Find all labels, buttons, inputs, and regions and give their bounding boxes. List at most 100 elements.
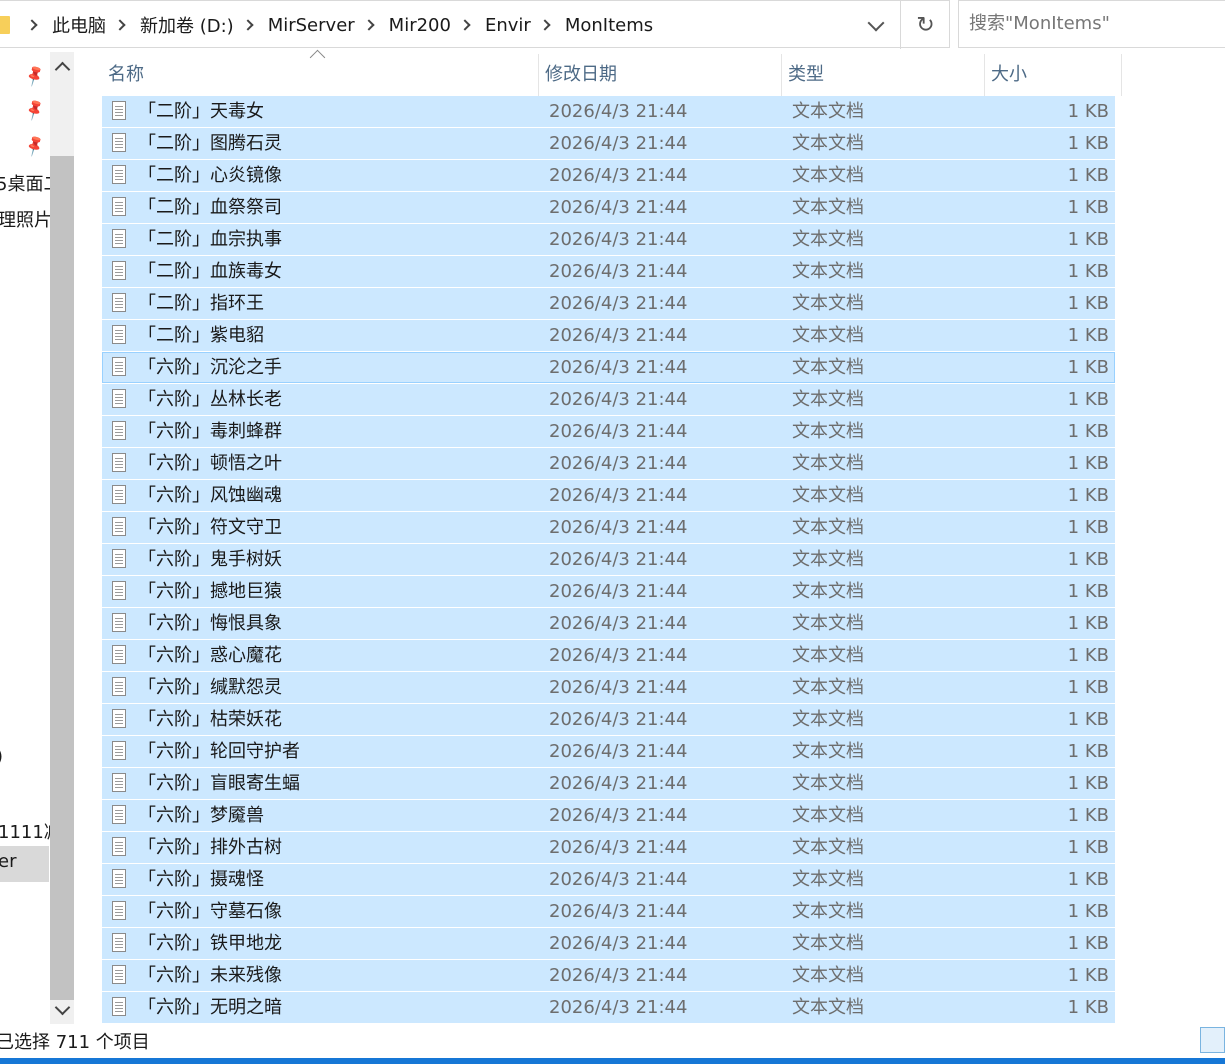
file-row[interactable]: 「二阶」血祭祭司 2026/4/3 21:44 文本文档 1 KB: [102, 192, 1115, 223]
file-type: 文本文档: [792, 613, 864, 634]
chevron-right-icon[interactable]: [26, 19, 38, 31]
scroll-up-button[interactable]: [50, 52, 74, 80]
file-row[interactable]: 「六阶」悔恨具象 2026/4/3 21:44 文本文档 1 KB: [102, 608, 1115, 639]
file-size: 1 KB: [1067, 709, 1109, 730]
file-size: 1 KB: [1067, 965, 1109, 986]
file-type: 文本文档: [792, 197, 864, 218]
file-date: 2026/4/3 21:44: [549, 645, 688, 666]
file-name: 「二阶」心炎镜像: [138, 165, 282, 186]
search-input[interactable]: 搜索"MonItems": [958, 0, 1225, 48]
file-row[interactable]: 「六阶」枯荣妖花 2026/4/3 21:44 文本文档 1 KB: [102, 704, 1115, 735]
file-row[interactable]: 「六阶」顿悟之叶 2026/4/3 21:44 文本文档 1 KB: [102, 448, 1115, 479]
file-name: 「六阶」撼地巨猿: [138, 581, 282, 602]
file-size: 1 KB: [1067, 837, 1109, 858]
file-type: 文本文档: [792, 485, 864, 506]
file-size: 1 KB: [1067, 677, 1109, 698]
file-row[interactable]: 「六阶」未来残像 2026/4/3 21:44 文本文档 1 KB: [102, 960, 1115, 991]
file-size: 1 KB: [1067, 933, 1109, 954]
file-name: 「六阶」枯荣妖花: [138, 709, 282, 730]
file-row[interactable]: 「二阶」血族毒女 2026/4/3 21:44 文本文档 1 KB: [102, 256, 1115, 287]
scroll-thumb[interactable]: [50, 156, 74, 1000]
file-name: 「六阶」顿悟之叶: [138, 453, 282, 474]
file-row[interactable]: 「六阶」梦魇兽 2026/4/3 21:44 文本文档 1 KB: [102, 800, 1115, 831]
file-date: 2026/4/3 21:44: [549, 421, 688, 442]
column-header-date[interactable]: 修改日期: [539, 54, 782, 96]
file-size: 1 KB: [1067, 741, 1109, 762]
file-name: 「六阶」梦魇兽: [138, 805, 264, 826]
file-type: 文本文档: [792, 229, 864, 250]
file-row[interactable]: 「六阶」缄默怨灵 2026/4/3 21:44 文本文档 1 KB: [102, 672, 1115, 703]
file-size: 1 KB: [1067, 389, 1109, 410]
file-row[interactable]: 「六阶」排外古树 2026/4/3 21:44 文本文档 1 KB: [102, 832, 1115, 863]
file-name: 「六阶」毒刺蜂群: [138, 421, 282, 442]
file-size: 1 KB: [1067, 293, 1109, 314]
nav-item-selected[interactable]: er: [0, 846, 49, 882]
file-row[interactable]: 「二阶」血宗执事 2026/4/3 21:44 文本文档 1 KB: [102, 224, 1115, 255]
file-row[interactable]: 「六阶」轮回守护者 2026/4/3 21:44 文本文档 1 KB: [102, 736, 1115, 767]
file-row[interactable]: 「六阶」惑心魔花 2026/4/3 21:44 文本文档 1 KB: [102, 640, 1115, 671]
breadcrumb-item[interactable]: 新加卷 (D:): [140, 12, 234, 38]
nav-scrollbar[interactable]: [50, 52, 74, 1024]
file-row[interactable]: 「六阶」摄魂怪 2026/4/3 21:44 文本文档 1 KB: [102, 864, 1115, 895]
text-file-icon: [112, 997, 126, 1016]
column-header-size[interactable]: 大小: [985, 54, 1122, 96]
file-row[interactable]: 「六阶」毒刺蜂群 2026/4/3 21:44 文本文档 1 KB: [102, 416, 1115, 447]
file-size: 1 KB: [1067, 261, 1109, 282]
file-type: 文本文档: [792, 773, 864, 794]
status-text: 已选择 711 个项目: [0, 1032, 150, 1053]
nav-item[interactable]: 理照片: [0, 206, 52, 232]
folder-icon: [0, 16, 10, 34]
file-name: 「六阶」无明之暗: [138, 997, 282, 1018]
file-name: 「六阶」摄魂怪: [138, 869, 264, 890]
status-bar: 已选择 711 个项目: [0, 1028, 150, 1054]
chevron-down-icon: [54, 999, 70, 1015]
file-size: 1 KB: [1067, 805, 1109, 826]
file-row[interactable]: 「六阶」盲眼寄生蝠 2026/4/3 21:44 文本文档 1 KB: [102, 768, 1115, 799]
file-row[interactable]: 「二阶」紫电貂 2026/4/3 21:44 文本文档 1 KB: [102, 320, 1115, 351]
breadcrumb-item[interactable]: Envir: [485, 15, 531, 36]
address-history-dropdown[interactable]: [858, 11, 894, 41]
file-size: 1 KB: [1067, 613, 1109, 634]
file-name: 「六阶」惑心魔花: [138, 645, 282, 666]
address-bar[interactable]: 此电脑 新加卷 (D:) MirServer Mir200 Envir MonI…: [0, 0, 950, 49]
breadcrumb-item[interactable]: MonItems: [565, 15, 653, 36]
breadcrumb-item[interactable]: 此电脑: [52, 12, 106, 38]
file-row[interactable]: 「二阶」图腾石灵 2026/4/3 21:44 文本文档 1 KB: [102, 128, 1115, 159]
file-row[interactable]: 「六阶」沉沦之手 2026/4/3 21:44 文本文档 1 KB: [102, 352, 1115, 383]
breadcrumb-item[interactable]: Mir200: [389, 15, 451, 36]
file-date: 2026/4/3 21:44: [549, 997, 688, 1018]
file-row[interactable]: 「六阶」丛林长老 2026/4/3 21:44 文本文档 1 KB: [102, 384, 1115, 415]
file-row[interactable]: 「六阶」鬼手树妖 2026/4/3 21:44 文本文档 1 KB: [102, 544, 1115, 575]
scroll-down-button[interactable]: [50, 996, 74, 1024]
text-file-icon: [112, 389, 126, 408]
pin-icon: 📌: [22, 132, 48, 158]
file-row[interactable]: 「二阶」天毒女 2026/4/3 21:44 文本文档 1 KB: [102, 96, 1115, 127]
file-date: 2026/4/3 21:44: [549, 453, 688, 474]
chevron-right-icon[interactable]: [459, 19, 471, 31]
file-date: 2026/4/3 21:44: [549, 101, 688, 122]
file-row[interactable]: 「六阶」守墓石像 2026/4/3 21:44 文本文档 1 KB: [102, 896, 1115, 927]
file-row[interactable]: 「二阶」心炎镜像 2026/4/3 21:44 文本文档 1 KB: [102, 160, 1115, 191]
file-row[interactable]: 「二阶」指环王 2026/4/3 21:44 文本文档 1 KB: [102, 288, 1115, 319]
nav-item[interactable]: ): [0, 746, 3, 767]
file-row[interactable]: 「六阶」无明之暗 2026/4/3 21:44 文本文档 1 KB: [102, 992, 1115, 1023]
breadcrumb-item[interactable]: MirServer: [268, 15, 355, 36]
file-type: 文本文档: [792, 581, 864, 602]
file-row[interactable]: 「六阶」铁甲地龙 2026/4/3 21:44 文本文档 1 KB: [102, 928, 1115, 959]
column-header-type[interactable]: 类型: [782, 54, 985, 96]
column-header-name[interactable]: 名称: [102, 54, 539, 96]
refresh-button[interactable]: ↻: [900, 1, 950, 49]
nav-item[interactable]: ): [0, 890, 1, 911]
file-row[interactable]: 「六阶」风蚀幽魂 2026/4/3 21:44 文本文档 1 KB: [102, 480, 1115, 511]
chevron-right-icon[interactable]: [363, 19, 375, 31]
chevron-right-icon[interactable]: [539, 19, 551, 31]
file-row[interactable]: 「六阶」符文守卫 2026/4/3 21:44 文本文档 1 KB: [102, 512, 1115, 543]
chevron-right-icon[interactable]: [114, 19, 126, 31]
details-view-button[interactable]: [1200, 1027, 1225, 1053]
file-date: 2026/4/3 21:44: [549, 165, 688, 186]
text-file-icon: [112, 133, 126, 152]
file-row[interactable]: 「六阶」撼地巨猿 2026/4/3 21:44 文本文档 1 KB: [102, 576, 1115, 607]
chevron-right-icon[interactable]: [242, 19, 254, 31]
text-file-icon: [112, 293, 126, 312]
file-date: 2026/4/3 21:44: [549, 965, 688, 986]
